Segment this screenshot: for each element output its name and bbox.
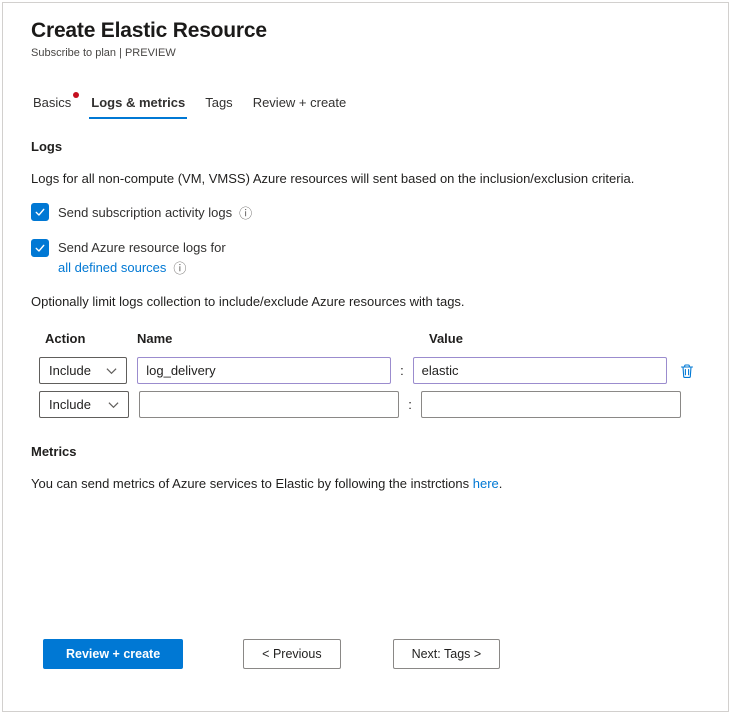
page-subtitle: Subscribe to plan | PREVIEW — [31, 47, 700, 59]
wizard-footer: Review + create < Previous Next: Tags > — [43, 639, 500, 669]
tag-name-input[interactable] — [137, 357, 391, 384]
tab-basics[interactable]: Basics — [31, 89, 73, 119]
page-title: Create Elastic Resource — [31, 19, 700, 43]
resource-logs-checkbox[interactable] — [31, 239, 49, 257]
column-header-name: Name — [137, 331, 429, 346]
previous-button[interactable]: < Previous — [243, 639, 340, 669]
table-row: Include : — [39, 357, 700, 384]
action-dropdown[interactable]: Include — [39, 357, 127, 384]
tags-hint-text: Optionally limit logs collection to incl… — [31, 294, 700, 309]
chevron-down-icon — [106, 367, 117, 375]
review-create-button[interactable]: Review + create — [43, 639, 183, 669]
action-dropdown-value: Include — [49, 363, 91, 378]
metrics-description-period: . — [499, 476, 503, 491]
activity-logs-label: Send subscription activity logs — [58, 205, 232, 220]
colon-separator: : — [391, 363, 412, 378]
metrics-here-link[interactable]: here — [473, 476, 499, 491]
activity-logs-checkbox[interactable] — [31, 203, 49, 221]
column-header-action: Action — [39, 331, 137, 346]
delete-row-button[interactable] — [675, 358, 700, 384]
tab-review-create[interactable]: Review + create — [251, 89, 349, 119]
logs-description: Logs for all non-compute (VM, VMSS) Azur… — [31, 171, 700, 186]
resource-logs-row: Send Azure resource logs for all defined… — [31, 239, 700, 277]
action-dropdown[interactable]: Include — [39, 391, 129, 418]
tag-value-input[interactable] — [421, 391, 681, 418]
chevron-down-icon — [108, 401, 119, 409]
all-defined-sources-link[interactable]: all defined sources — [58, 260, 166, 275]
trash-icon — [679, 363, 695, 379]
resource-logs-label: Send Azure resource logs for — [58, 240, 226, 255]
tab-basics-label: Basics — [33, 95, 71, 110]
info-icon[interactable]: ⓘ — [239, 203, 252, 222]
tab-bar: Basics Logs & metrics Tags Review + crea… — [31, 89, 700, 119]
activity-logs-row: Send subscription activity logs ⓘ — [31, 203, 700, 222]
page-frame: Create Elastic Resource Subscribe to pla… — [2, 2, 729, 712]
metrics-section-heading: Metrics — [31, 444, 700, 459]
metrics-description-text: You can send metrics of Azure services t… — [31, 476, 469, 491]
tab-tags[interactable]: Tags — [203, 89, 234, 119]
action-dropdown-value: Include — [49, 397, 91, 412]
tab-logs-metrics[interactable]: Logs & metrics — [89, 89, 187, 119]
logs-section-heading: Logs — [31, 139, 700, 154]
next-tags-button[interactable]: Next: Tags > — [393, 639, 501, 669]
info-icon[interactable]: ⓘ — [173, 258, 186, 277]
tab-error-dot — [73, 92, 79, 98]
tab-logs-metrics-label: Logs & metrics — [91, 95, 185, 110]
check-icon — [34, 242, 46, 254]
tag-filter-table: Action Name Value Include : — [39, 331, 700, 418]
metrics-section: Metrics You can send metrics of Azure se… — [31, 444, 700, 491]
colon-separator: : — [399, 397, 421, 412]
tag-table-header: Action Name Value — [39, 331, 700, 346]
column-header-value: Value — [429, 331, 689, 346]
table-row: Include : — [39, 391, 700, 418]
create-elastic-resource-page: Create Elastic Resource Subscribe to pla… — [3, 3, 728, 711]
tab-review-create-label: Review + create — [253, 95, 347, 110]
tab-tags-label: Tags — [205, 95, 232, 110]
tag-value-input[interactable] — [413, 357, 667, 384]
metrics-description: You can send metrics of Azure services t… — [31, 476, 700, 491]
check-icon — [34, 206, 46, 218]
tag-name-input[interactable] — [139, 391, 399, 418]
